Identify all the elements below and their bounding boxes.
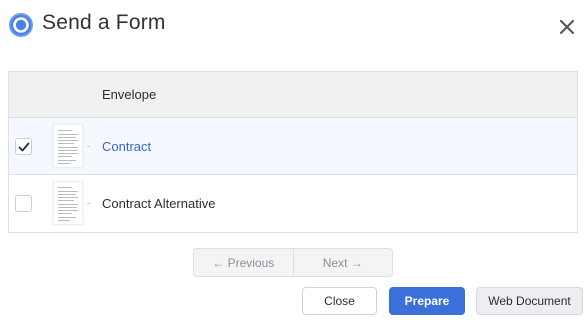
thumbnail-connector <box>87 203 90 204</box>
close-icon[interactable] <box>556 16 578 38</box>
dialog-title: Send a Form <box>42 11 166 34</box>
prepare-button[interactable]: Prepare <box>389 287 465 315</box>
checkmark-icon <box>18 142 30 152</box>
document-thumbnail <box>53 181 83 225</box>
table-row[interactable]: Contract <box>9 118 577 175</box>
table-header: Envelope <box>9 72 577 118</box>
document-thumbnail <box>53 124 83 168</box>
web-document-button[interactable]: Web Document <box>476 287 583 315</box>
table-row[interactable]: Contract Alternative <box>9 175 577 232</box>
close-button[interactable]: Close <box>302 287 377 315</box>
thumbnail-connector <box>87 146 90 147</box>
row-checkbox[interactable] <box>15 138 32 155</box>
send-form-dialog: Send a Form Envelope Contract Contract A… <box>0 0 588 327</box>
column-header-envelope: Envelope <box>102 87 157 102</box>
pagination: ← Previous Next → <box>193 248 393 277</box>
previous-button[interactable]: ← Previous <box>194 249 294 276</box>
row-label[interactable]: Contract Alternative <box>102 196 215 211</box>
envelope-table: Envelope Contract Contract Alternative <box>8 71 578 233</box>
row-label[interactable]: Contract <box>102 139 151 154</box>
row-checkbox[interactable] <box>15 195 32 212</box>
dialog-header: Send a Form <box>0 0 588 52</box>
circle-logo-icon <box>8 12 34 38</box>
next-button[interactable]: Next → <box>294 249 393 276</box>
